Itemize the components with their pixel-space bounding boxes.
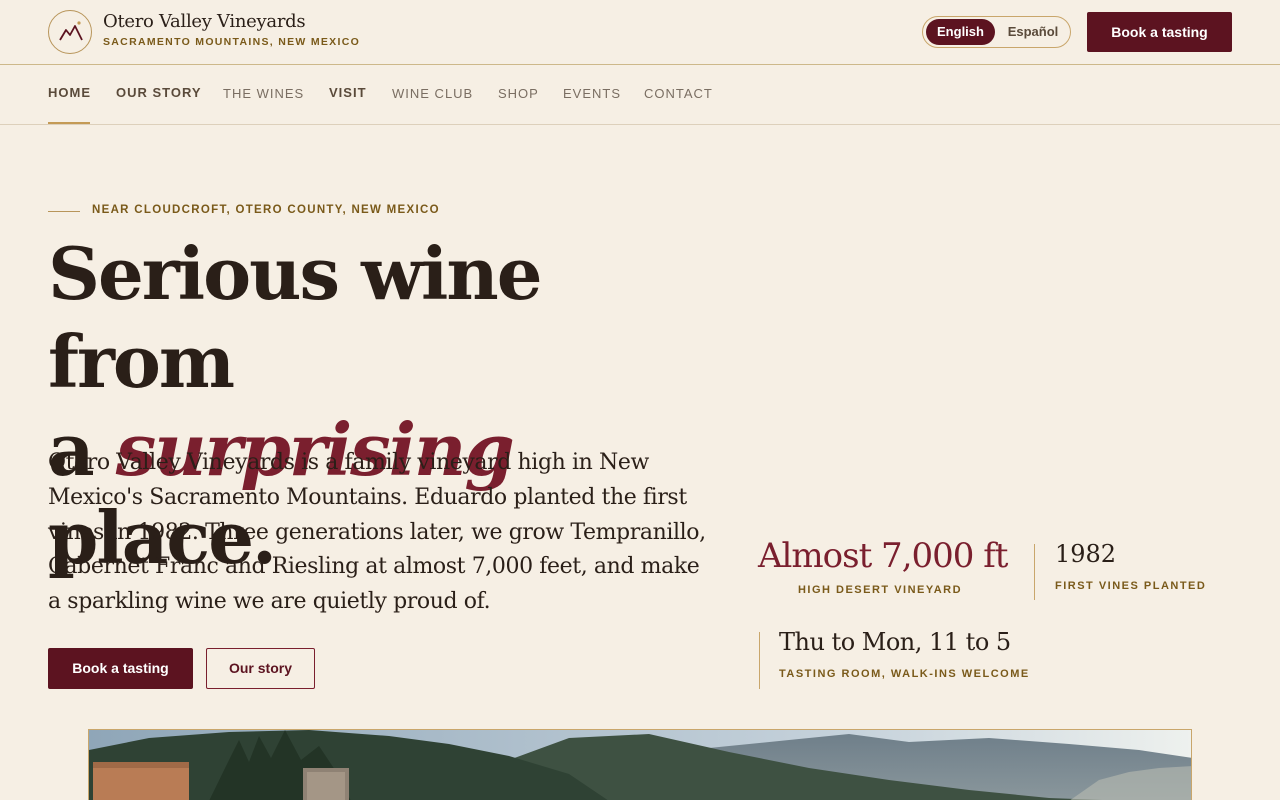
brand-name[interactable]: Otero Valley Vineyards	[103, 11, 306, 32]
nav-item-wine-club[interactable]: WINE CLUB	[392, 86, 473, 101]
hours-stat-label: TASTING ROOM, WALK-INS WELCOME	[779, 668, 1030, 680]
stat-divider-hours	[759, 632, 760, 689]
hero-description: Otero Valley Vineyards is a family viney…	[48, 450, 706, 615]
site-header: Otero Valley Vineyards SACRAMENTO MOUNTA…	[0, 0, 1280, 65]
nav-item-shop[interactable]: SHOP	[498, 86, 539, 101]
main-nav: HOME OUR STORY THE WINES VISIT WINE CLUB…	[0, 65, 1280, 125]
hours-stat-value: Thu to Mon, 11 to 5	[779, 628, 1011, 656]
headline-line-1: Serious wine from	[48, 231, 543, 404]
language-toggle[interactable]: English Español	[922, 16, 1071, 48]
language-option-english[interactable]: English	[926, 19, 995, 45]
language-option-espanol[interactable]: Español	[998, 19, 1068, 45]
hero-eyebrow: NEAR CLOUDCROFT, OTERO COUNTY, NEW MEXIC…	[92, 204, 440, 216]
header-book-tasting-button[interactable]: Book a tasting	[1087, 12, 1232, 52]
vineyard-landscape-photo	[88, 729, 1192, 800]
year-stat-value: 1982	[1055, 540, 1117, 568]
nav-item-our-story[interactable]: OUR STORY	[116, 85, 202, 100]
brand-tagline: SACRAMENTO MOUNTAINS, NEW MEXICO	[103, 36, 361, 48]
year-stat-label: FIRST VINES PLANTED	[1055, 580, 1207, 592]
nav-item-contact[interactable]: CONTACT	[644, 86, 713, 101]
nav-item-the-wines[interactable]: THE WINES	[223, 86, 304, 101]
nav-active-indicator	[48, 122, 90, 124]
our-story-button[interactable]: Our story	[206, 648, 315, 689]
nav-item-events[interactable]: EVENTS	[563, 86, 621, 101]
nav-item-visit[interactable]: VISIT	[329, 85, 367, 100]
nav-item-home[interactable]: HOME	[48, 85, 91, 100]
stat-divider	[1034, 544, 1035, 600]
hero-book-tasting-button[interactable]: Book a tasting	[48, 648, 193, 689]
mountain-logo-icon[interactable]	[48, 10, 92, 54]
elevation-stat-label: HIGH DESERT VINEYARD	[797, 584, 963, 596]
elevation-stat-value: Almost 7,000 ft	[758, 536, 1008, 576]
eyebrow-rule	[48, 211, 80, 212]
